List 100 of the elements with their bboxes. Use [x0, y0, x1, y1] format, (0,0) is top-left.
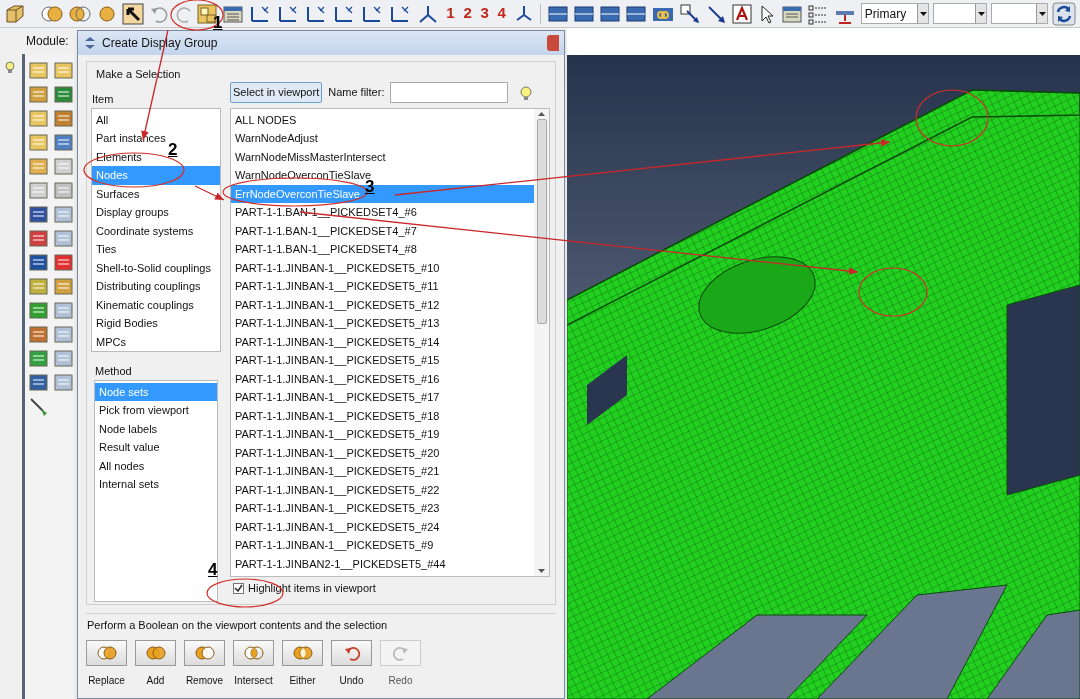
list-item[interactable]: Coordinate systems	[92, 221, 198, 240]
list-item[interactable]: PART-1-1.JINBAN-1__PICKEDSET5_#21	[231, 462, 444, 481]
scrollbar-thumb[interactable]	[536, 118, 547, 324]
boolean-button[interactable]	[184, 640, 225, 666]
combo-box[interactable]	[933, 3, 988, 24]
list-item[interactable]: PART-1-1.JINBAN2-1__PICKEDSET5_#44	[231, 554, 450, 573]
view-button[interactable]: 4	[495, 2, 509, 25]
cube-icon[interactable]	[4, 2, 26, 25]
tool-icon[interactable]	[53, 132, 74, 153]
list-item[interactable]: Result value	[95, 438, 164, 457]
tool-icon[interactable]	[28, 372, 49, 393]
list-item[interactable]: PART-1-1.JINBAN-1__PICKEDSET5_#16	[231, 369, 444, 388]
list-item[interactable]: PART-1-1.JINBAN-1__PICKEDSET5_#10	[231, 258, 444, 277]
boolean-button[interactable]	[86, 640, 127, 666]
selection-combo[interactable]: Primary	[860, 3, 930, 24]
list-item[interactable]: Pick from viewport	[95, 401, 193, 420]
list-item[interactable]: PART-1-1.JINBAN-1__PICKEDSET5_#11	[231, 277, 443, 296]
list-item[interactable]: Internal sets	[95, 475, 163, 494]
dialog-icon[interactable]	[83, 36, 97, 50]
list-item[interactable]: PART-1-1.JINBAN-1__PICKEDSET5_#14	[231, 332, 444, 351]
button-label: Undo	[339, 674, 364, 688]
button-label: Replace	[88, 674, 125, 688]
text-arrow-icon[interactable]	[678, 2, 701, 25]
probe-icon[interactable]	[28, 396, 49, 417]
button-label: Intersect	[234, 674, 273, 688]
scroll-down-icon[interactable]	[538, 568, 545, 573]
boolean-button[interactable]	[135, 640, 176, 666]
tool-icon[interactable]	[28, 204, 49, 225]
list-item[interactable]: Ties	[92, 240, 121, 259]
tool-icon[interactable]	[28, 156, 49, 177]
list-item[interactable]: PART-1-1.JINBAN-1__PICKEDSET5_#19	[231, 425, 444, 444]
lightbulb-icon[interactable]	[3, 60, 17, 74]
boolean-button[interactable]	[282, 640, 323, 666]
list-item[interactable]: All	[92, 110, 113, 129]
tool-icon[interactable]	[53, 84, 74, 105]
overlapping-circles-icon	[291, 645, 314, 661]
list-item[interactable]: PART-1-1.JINBAN-1__PICKEDSET5_#17	[231, 388, 444, 407]
list-item[interactable]: Elements	[92, 147, 146, 166]
scrollbar[interactable]	[534, 108, 549, 576]
tool-icon[interactable]	[28, 276, 49, 297]
list-item[interactable]: PART-1-1.JINBAN-1__PICKEDSET5_#23	[231, 499, 444, 518]
list-item[interactable]: PART-1-1.JINBAN-1__PICKEDSET5_#13	[231, 314, 444, 333]
tool-icon[interactable]	[53, 252, 74, 273]
button-label: Remove	[185, 674, 224, 688]
list-icon[interactable]	[806, 2, 829, 25]
list-item[interactable]: Part instances	[92, 129, 170, 148]
list-item[interactable]: MPCs	[92, 332, 130, 351]
button-label: Either	[289, 674, 316, 688]
list-item[interactable]: Rigid Bodies	[92, 314, 162, 333]
tool-icon[interactable]	[28, 348, 49, 369]
list-item[interactable]: PART-1-1.BAN-1__PICKEDSET4_#6	[231, 203, 421, 222]
list-item[interactable]: PART-1-1.JINBAN-1__PICKEDSET5_#15	[231, 351, 444, 370]
list-item[interactable]: PART-1-1.JINBAN-1__PICKEDSET5_#24	[231, 517, 444, 536]
tool-icon[interactable]	[53, 108, 74, 129]
list-item[interactable]: Surfaces	[92, 184, 144, 203]
name-filter-field[interactable]	[390, 82, 509, 103]
list-item[interactable]: PART-1-1.JINBAN-1__PICKEDSET5_#20	[231, 443, 444, 462]
tool-icon[interactable]	[28, 324, 49, 345]
list-item[interactable]: Display groups	[92, 203, 173, 222]
tool-icon[interactable]	[53, 276, 74, 297]
boolean-button[interactable]	[331, 640, 372, 666]
select-in-viewport-button[interactable]: Select in viewport	[230, 82, 323, 103]
overlapping-circles-icon	[95, 645, 118, 661]
dropdown-arrow-icon	[1038, 11, 1046, 16]
boolean-button[interactable]	[233, 640, 274, 666]
lightbulb-icon[interactable]	[518, 84, 535, 101]
tool-icon[interactable]	[28, 228, 49, 249]
overlapping-circles-icon	[242, 645, 265, 661]
module-label: Module:	[26, 33, 69, 50]
list-item[interactable]: Shell-to-Solid couplings	[92, 258, 215, 277]
list-item[interactable]: PART-1-1.JINBAN-1__PICKEDSET5_#18	[231, 406, 444, 425]
list-item[interactable]: Distributing couplings	[92, 277, 205, 296]
item-label: Item	[91, 91, 115, 107]
list-item[interactable]: PART-1-1.BAN-1__PICKEDSET4_#7	[231, 221, 421, 240]
annotation-number: 2	[168, 141, 178, 158]
list-item[interactable]: WarnNodeAdjust	[231, 129, 322, 148]
text-icon[interactable]	[730, 2, 753, 25]
list-item[interactable]: Node labels	[95, 419, 162, 438]
list-item[interactable]: ALL NODES	[231, 110, 301, 129]
tool-icon[interactable]	[28, 252, 49, 273]
annotation-arrow	[194, 185, 225, 201]
list-item[interactable]: Kinematic couplings	[92, 295, 198, 314]
list-item[interactable]: PART-1-1.JINBAN-1__PICKEDSET5_#12	[231, 295, 444, 314]
refresh-icon[interactable]	[1052, 1, 1076, 26]
list-item[interactable]: PART-1-1.JINBAN-1__PICKEDSET5_#9	[231, 536, 438, 555]
tool-icon[interactable]	[28, 300, 49, 321]
tool-icon[interactable]	[28, 84, 49, 105]
scroll-up-icon[interactable]	[538, 111, 545, 116]
view-button[interactable]: 1	[444, 2, 458, 25]
list-item[interactable]: PART-1-1.JINBAN-1__PICKEDSET5_#22	[231, 480, 444, 499]
method-label: Method	[94, 363, 133, 379]
list-item[interactable]: PART-1-1.BAN-1__PICKEDSET4_#8	[231, 240, 421, 259]
view-button[interactable]: 3	[478, 2, 492, 25]
list-item[interactable]: All nodes	[95, 456, 149, 475]
button-label: Redo	[388, 674, 413, 688]
group-label: Perform a Boolean on the viewport contents and the selection	[86, 617, 389, 633]
overlapping-circles-icon	[193, 645, 216, 661]
view-button[interactable]: 2	[461, 2, 475, 25]
list-item[interactable]: WarnNodeMissMasterIntersect	[231, 147, 390, 166]
checkbox[interactable]	[233, 583, 244, 594]
